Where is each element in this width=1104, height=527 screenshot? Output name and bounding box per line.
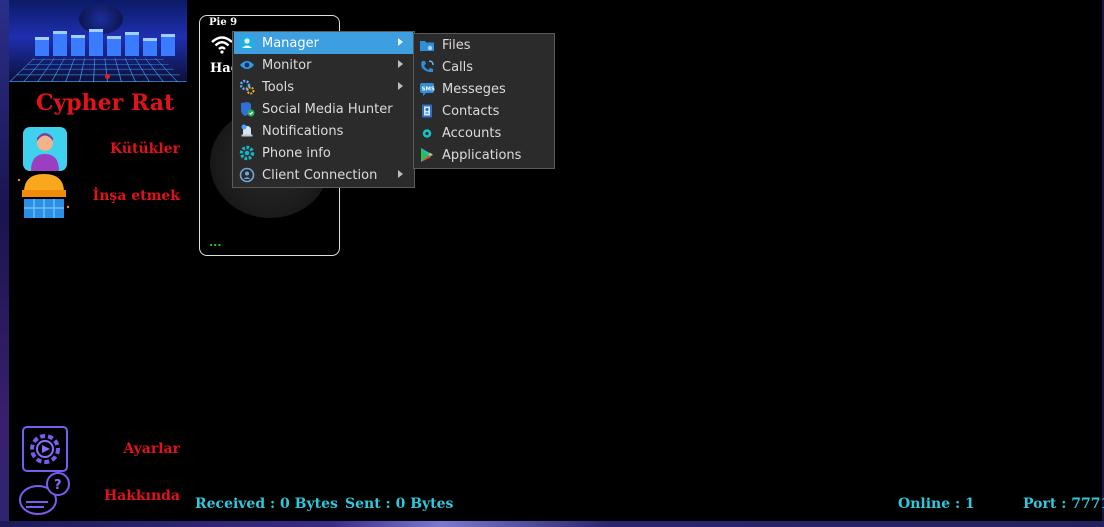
menu-item-phone-info[interactable]: Phone info xyxy=(234,142,413,164)
person-circle-icon xyxy=(238,166,256,184)
svg-text:?: ? xyxy=(54,478,62,493)
play-store-icon xyxy=(418,146,436,164)
app-banner-logo xyxy=(9,0,187,82)
contacts-book-icon xyxy=(418,102,436,120)
window-frame-left xyxy=(0,0,9,527)
menu-item-tools[interactable]: Tools xyxy=(234,76,413,98)
submenu-item-accounts[interactable]: Accounts xyxy=(414,122,554,144)
builder-helmet-icon[interactable] xyxy=(16,172,72,220)
bell-icon xyxy=(238,122,256,140)
account-dot-icon xyxy=(418,124,436,142)
submenu-arrow-icon xyxy=(398,82,403,90)
menu-item-social-media-hunter[interactable]: Social Media Hunter xyxy=(234,98,413,120)
submenu-item-label: Messeges xyxy=(442,81,506,97)
sidebar-item-insa-etmek[interactable]: İnşa etmek xyxy=(93,188,180,204)
menu-item-monitor[interactable]: Monitor xyxy=(234,54,413,76)
folder-icon xyxy=(418,36,436,54)
window-frame-bottom xyxy=(0,521,1104,527)
submenu-item-messeges[interactable]: SMS Messeges xyxy=(414,78,554,100)
manager-submenu: Files Calls SMS Messeges Contacts Accoun… xyxy=(413,33,555,169)
banner-neon-grid xyxy=(9,58,187,82)
menu-item-label: Social Media Hunter xyxy=(262,101,393,117)
menu-item-label: Client Connection xyxy=(262,167,378,183)
menu-item-label: Tools xyxy=(262,79,295,95)
submenu-item-applications[interactable]: Applications xyxy=(414,144,554,166)
help-chat-icon[interactable]: ? xyxy=(18,472,74,520)
submenu-arrow-icon xyxy=(398,170,403,178)
menu-item-label: Manager xyxy=(262,35,319,51)
app-title: Cypher Rat xyxy=(36,90,175,116)
user-circle-icon xyxy=(238,34,256,52)
submenu-item-label: Accounts xyxy=(442,125,502,141)
submenu-item-contacts[interactable]: Contacts xyxy=(414,100,554,122)
submenu-arrow-icon xyxy=(398,60,403,68)
sidebar-item-kutukler[interactable]: Kütükler xyxy=(110,141,180,157)
menu-item-client-connection[interactable]: Client Connection xyxy=(234,164,413,186)
menu-item-label: Phone info xyxy=(262,145,331,161)
submenu-item-label: Applications xyxy=(442,147,522,163)
phone-call-icon xyxy=(418,58,436,76)
received-bytes-status: Received : 0 Bytes xyxy=(195,496,338,512)
submenu-arrow-icon xyxy=(398,38,403,46)
settings-gear-icon[interactable] xyxy=(22,426,68,472)
menu-item-label: Monitor xyxy=(262,57,312,73)
sent-bytes-status: Sent : 0 Bytes xyxy=(345,496,454,512)
submenu-item-calls[interactable]: Calls xyxy=(414,56,554,78)
context-menu: Manager Monitor Tools Social Media Hunte… xyxy=(232,31,415,188)
gears-icon xyxy=(238,78,256,96)
svg-text:SMS: SMS xyxy=(422,87,435,93)
submenu-item-files[interactable]: Files xyxy=(414,34,554,56)
online-indicator: ... xyxy=(209,236,222,249)
gear-icon xyxy=(238,144,256,162)
device-name: Pie 9 xyxy=(209,17,238,28)
eye-icon xyxy=(238,56,256,74)
user-avatar-icon[interactable] xyxy=(22,126,68,172)
wifi-icon xyxy=(211,36,233,58)
menu-item-manager[interactable]: Manager xyxy=(234,32,413,54)
banner-dot xyxy=(105,74,110,79)
menu-item-notifications[interactable]: Notifications xyxy=(234,120,413,142)
shield-check-icon xyxy=(238,100,256,118)
menu-item-label: Notifications xyxy=(262,123,344,139)
sidebar-item-ayarlar[interactable]: Ayarlar xyxy=(123,441,180,457)
submenu-item-label: Contacts xyxy=(442,103,500,119)
sidebar-item-hakkinda[interactable]: Hakkında xyxy=(104,488,180,504)
submenu-item-label: Calls xyxy=(442,59,474,75)
online-count-status: Online : 1 xyxy=(898,496,975,512)
port-status: Port : 7771 xyxy=(1023,496,1104,512)
submenu-item-label: Files xyxy=(442,37,471,53)
sms-icon: SMS xyxy=(418,80,436,98)
